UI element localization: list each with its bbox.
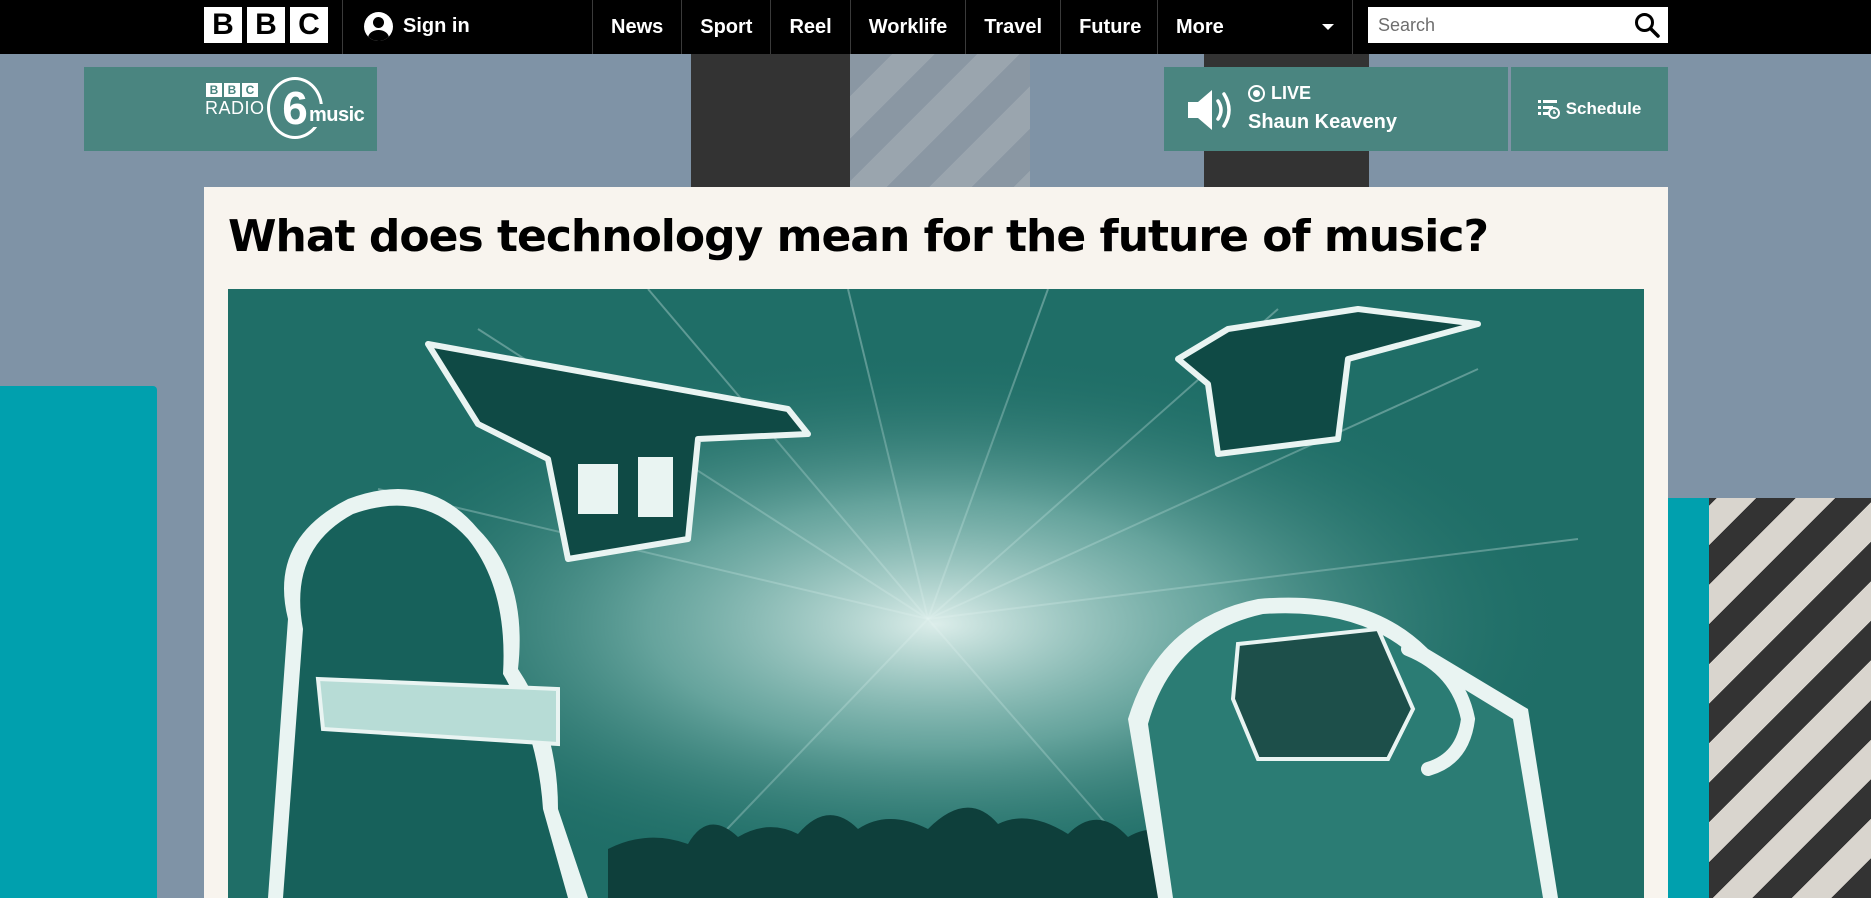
bbc-logo-letter: B <box>204 7 242 43</box>
bbc-logo[interactable]: B B C <box>204 7 328 43</box>
live-label: LIVE <box>1271 83 1312 103</box>
live-dot-icon <box>1248 85 1265 102</box>
background-shape <box>1667 498 1709 898</box>
more-label: More <box>1176 16 1224 38</box>
station-logo-radio: RADIO <box>205 98 265 118</box>
sign-in-label: Sign in <box>403 15 470 37</box>
schedule-label: Schedule <box>1565 99 1642 118</box>
nav-link-reel[interactable]: Reel <box>770 0 849 54</box>
speaker-icon <box>1188 90 1231 130</box>
nav-link-sport[interactable]: Sport <box>681 0 770 54</box>
station-logo-letter: C <box>242 83 258 97</box>
station-logo-music: music <box>308 104 366 127</box>
presenter-name: Shaun Keaveny <box>1248 111 1397 133</box>
nav-link-future[interactable]: Future <box>1060 0 1159 54</box>
bbc-logo-letter: C <box>290 7 328 43</box>
station-logo-letter: B <box>224 83 240 97</box>
schedule-icon <box>1537 100 1560 119</box>
bbc-radio-6-music-logo[interactable]: B B C RADIO 6 music <box>84 67 377 151</box>
station-logo-letter: B <box>206 83 222 97</box>
bbc-logo-letter: B <box>247 7 285 43</box>
background-stripes <box>850 54 1030 188</box>
live-indicator: LIVE <box>1248 83 1311 104</box>
nav-links: News Sport Reel Worklife Travel Future <box>592 0 1159 54</box>
background-shape <box>691 54 850 188</box>
schedule-button[interactable]: Schedule <box>1511 67 1668 151</box>
article-headline: What does technology mean for the future… <box>228 211 1489 262</box>
background-stripes <box>1709 498 1871 898</box>
nav-divider <box>342 0 343 54</box>
background-shape <box>0 386 157 898</box>
hero-illustration <box>228 289 1644 898</box>
station-logo-bbc: B B C <box>206 83 258 97</box>
article-card: What does technology mean for the future… <box>204 187 1668 898</box>
background-shape <box>157 386 204 898</box>
live-player-button[interactable]: LIVE Shaun Keaveny <box>1164 67 1508 151</box>
sign-in-link[interactable]: Sign in <box>364 12 470 41</box>
chevron-down-icon <box>1322 24 1334 30</box>
nav-link-news[interactable]: News <box>592 0 681 54</box>
search-input[interactable] <box>1368 7 1618 43</box>
more-menu-button[interactable]: More <box>1157 0 1353 54</box>
global-navigation: B B C Sign in News Sport Reel Worklife T… <box>0 0 1871 54</box>
search-box <box>1368 7 1668 43</box>
search-button[interactable] <box>1634 12 1660 38</box>
nav-link-worklife[interactable]: Worklife <box>849 0 966 54</box>
search-icon <box>1635 13 1660 38</box>
user-account-icon <box>364 12 393 41</box>
article-hero-image <box>228 289 1644 898</box>
nav-link-travel[interactable]: Travel <box>965 0 1060 54</box>
